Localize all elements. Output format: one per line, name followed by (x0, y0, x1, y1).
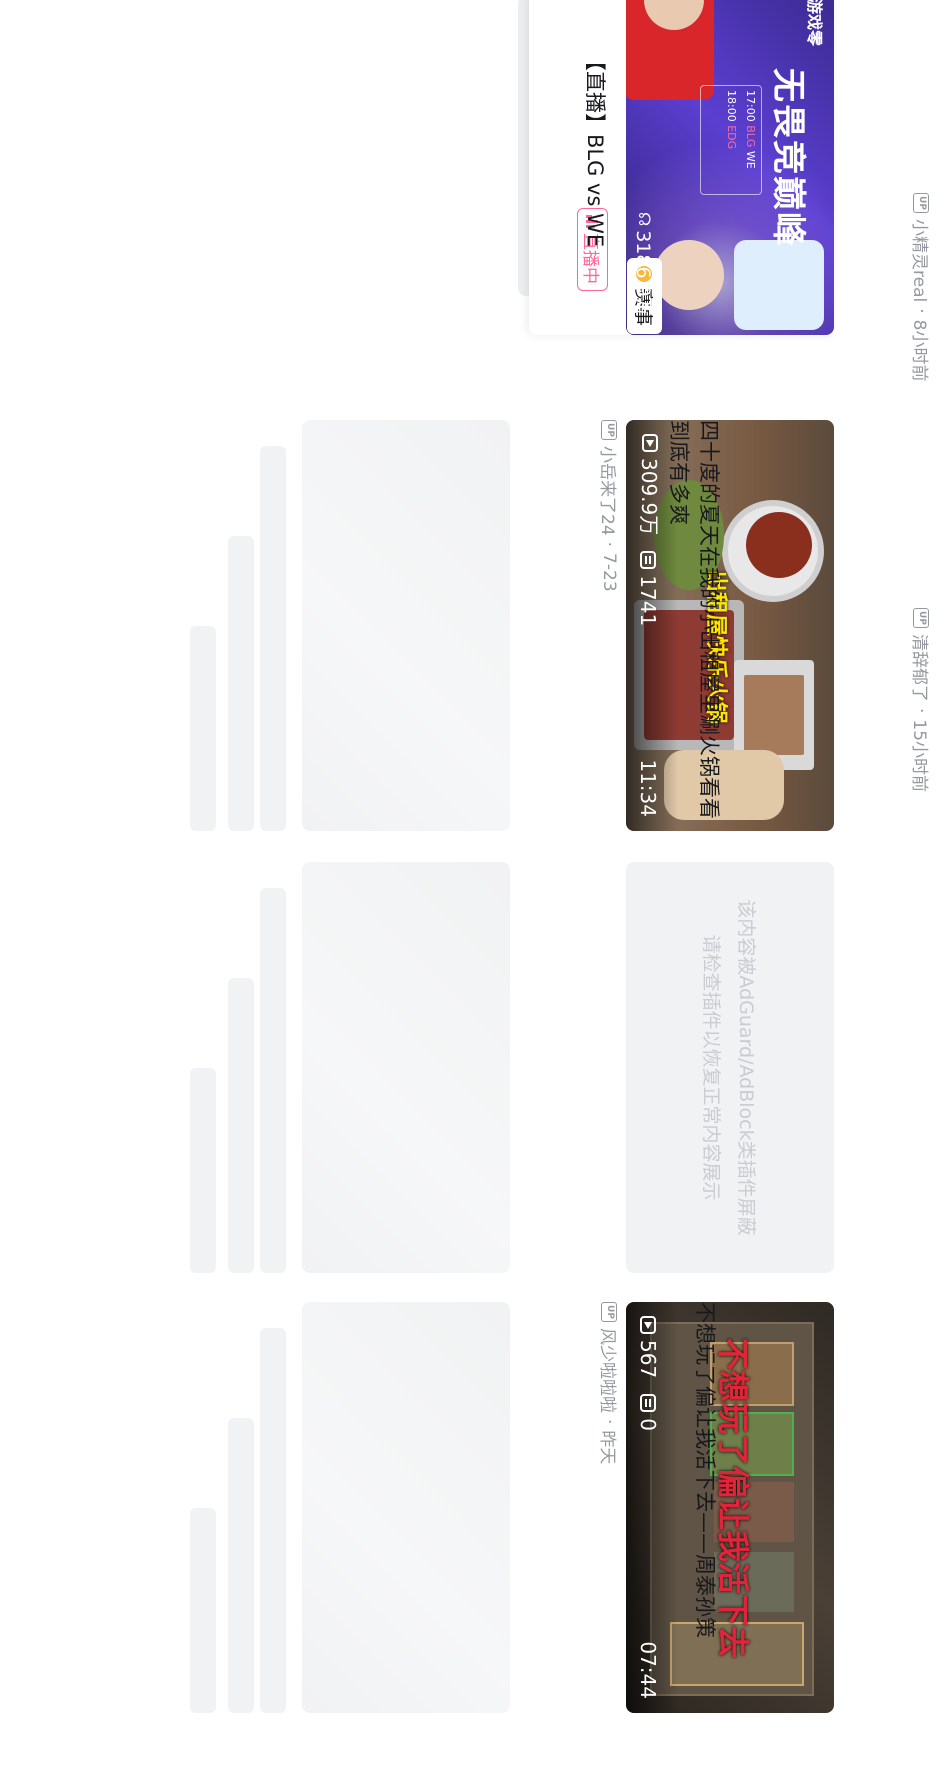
skeleton-line (190, 626, 216, 831)
skeleton-line (228, 1418, 254, 1713)
upload-date: 7-23 (599, 553, 620, 592)
skeleton-line (228, 978, 254, 1273)
danmaku-icon (640, 551, 656, 570)
skeleton-cover (302, 1302, 510, 1713)
upload-time: 8小时前 (909, 319, 929, 382)
cover-schedule: 17:00 BLG WE 18:00 EDG (700, 85, 762, 195)
danmaku-count: 0 (636, 1418, 660, 1431)
game-stats: 567 0 07:44 (626, 1302, 678, 1713)
cover-headline: 无畏竞巅峰 (768, 68, 808, 248)
uploader-name: 风少啦啦啦 (597, 1328, 617, 1413)
live-title[interactable]: 【直播】BLG vs WE (580, 50, 610, 247)
play-count: 309.9万 (637, 458, 661, 536)
blocked-ad-card: 该内容被AdGuard/AdBlock类插件屏蔽 请检查插件以恢复正常内容展示 (626, 862, 834, 1273)
play-count: 567 (636, 1340, 660, 1379)
live-cover[interactable]: 无畏竞巅峰 游戏零 17:00 BLG WE 18:00 EDG 赛事 ☊ 31… (626, 0, 834, 335)
uploader-name: 小岳来了24 (597, 446, 617, 536)
game-cover[interactable]: 不想玩了偏让我活下去 567 0 07:44 (626, 1302, 834, 1713)
skeleton-line (260, 888, 286, 1273)
skeleton-line (260, 1328, 286, 1713)
up-icon: UP (913, 608, 930, 628)
cover-corner-text: 游戏零 (805, 0, 824, 47)
uploader-name: 清辞郁了 (909, 634, 929, 702)
blocked-message-2: 请检查插件以恢复正常内容展示 (700, 934, 722, 1201)
upload-time: 15小时前 (909, 719, 929, 793)
duration: 07:44 (636, 1641, 660, 1699)
duration: 11:34 (636, 759, 660, 817)
danmaku-icon (640, 1394, 656, 1413)
skeleton-line (260, 446, 286, 831)
card-stack-shadow (518, 0, 534, 296)
play-icon (642, 434, 659, 452)
game-meta[interactable]: UP 风少啦啦啦 · 昨天 (597, 1302, 622, 1464)
upload-date: 昨天 (597, 1430, 617, 1465)
up-icon: UP (601, 420, 618, 440)
top-meta-2[interactable]: UP 清辞郁了 · 15小时前 (909, 608, 934, 792)
blocked-message-1: 该内容被AdGuard/AdBlock类插件屏蔽 (735, 899, 757, 1236)
hotpot-title[interactable]: 四十度的夏天在我的小出租屋里涮火锅看看到底有多爽 (664, 420, 724, 831)
skeleton-cover (302, 862, 510, 1273)
skeleton-cover (302, 420, 510, 831)
skeleton-line (228, 536, 254, 831)
uploader-name: 小精灵real (909, 219, 929, 303)
feed-rotated-stage: UP 小精灵real · 8小时前 UP 清辞郁了 · 15小时前 无畏竞巅峰 … (0, 0, 952, 1773)
live-card[interactable]: 无畏竞巅峰 游戏零 17:00 BLG WE 18:00 EDG 赛事 ☊ 31… (518, 0, 834, 335)
game-title[interactable]: 不想玩了偏让我活下去——周泰孙策 (690, 1302, 720, 1713)
hotpot-meta[interactable]: UP 小岳来了24 · 7-23 (597, 420, 622, 592)
viewers-count: ☊ 3186.9万 (632, 212, 654, 316)
up-icon: UP (913, 193, 930, 213)
play-icon (640, 1316, 656, 1334)
viewers-icon: ☊ (635, 212, 654, 227)
skeleton-line (190, 1068, 216, 1273)
skeleton-line (190, 1508, 216, 1713)
hotpot-cover[interactable]: 出租屋快乐火锅 309.9万 1741 11:34 (626, 420, 834, 831)
top-meta-1[interactable]: UP 小精灵real · 8小时前 (909, 193, 934, 381)
up-icon: UP (601, 1302, 618, 1322)
danmaku-count: 1741 (636, 575, 660, 627)
